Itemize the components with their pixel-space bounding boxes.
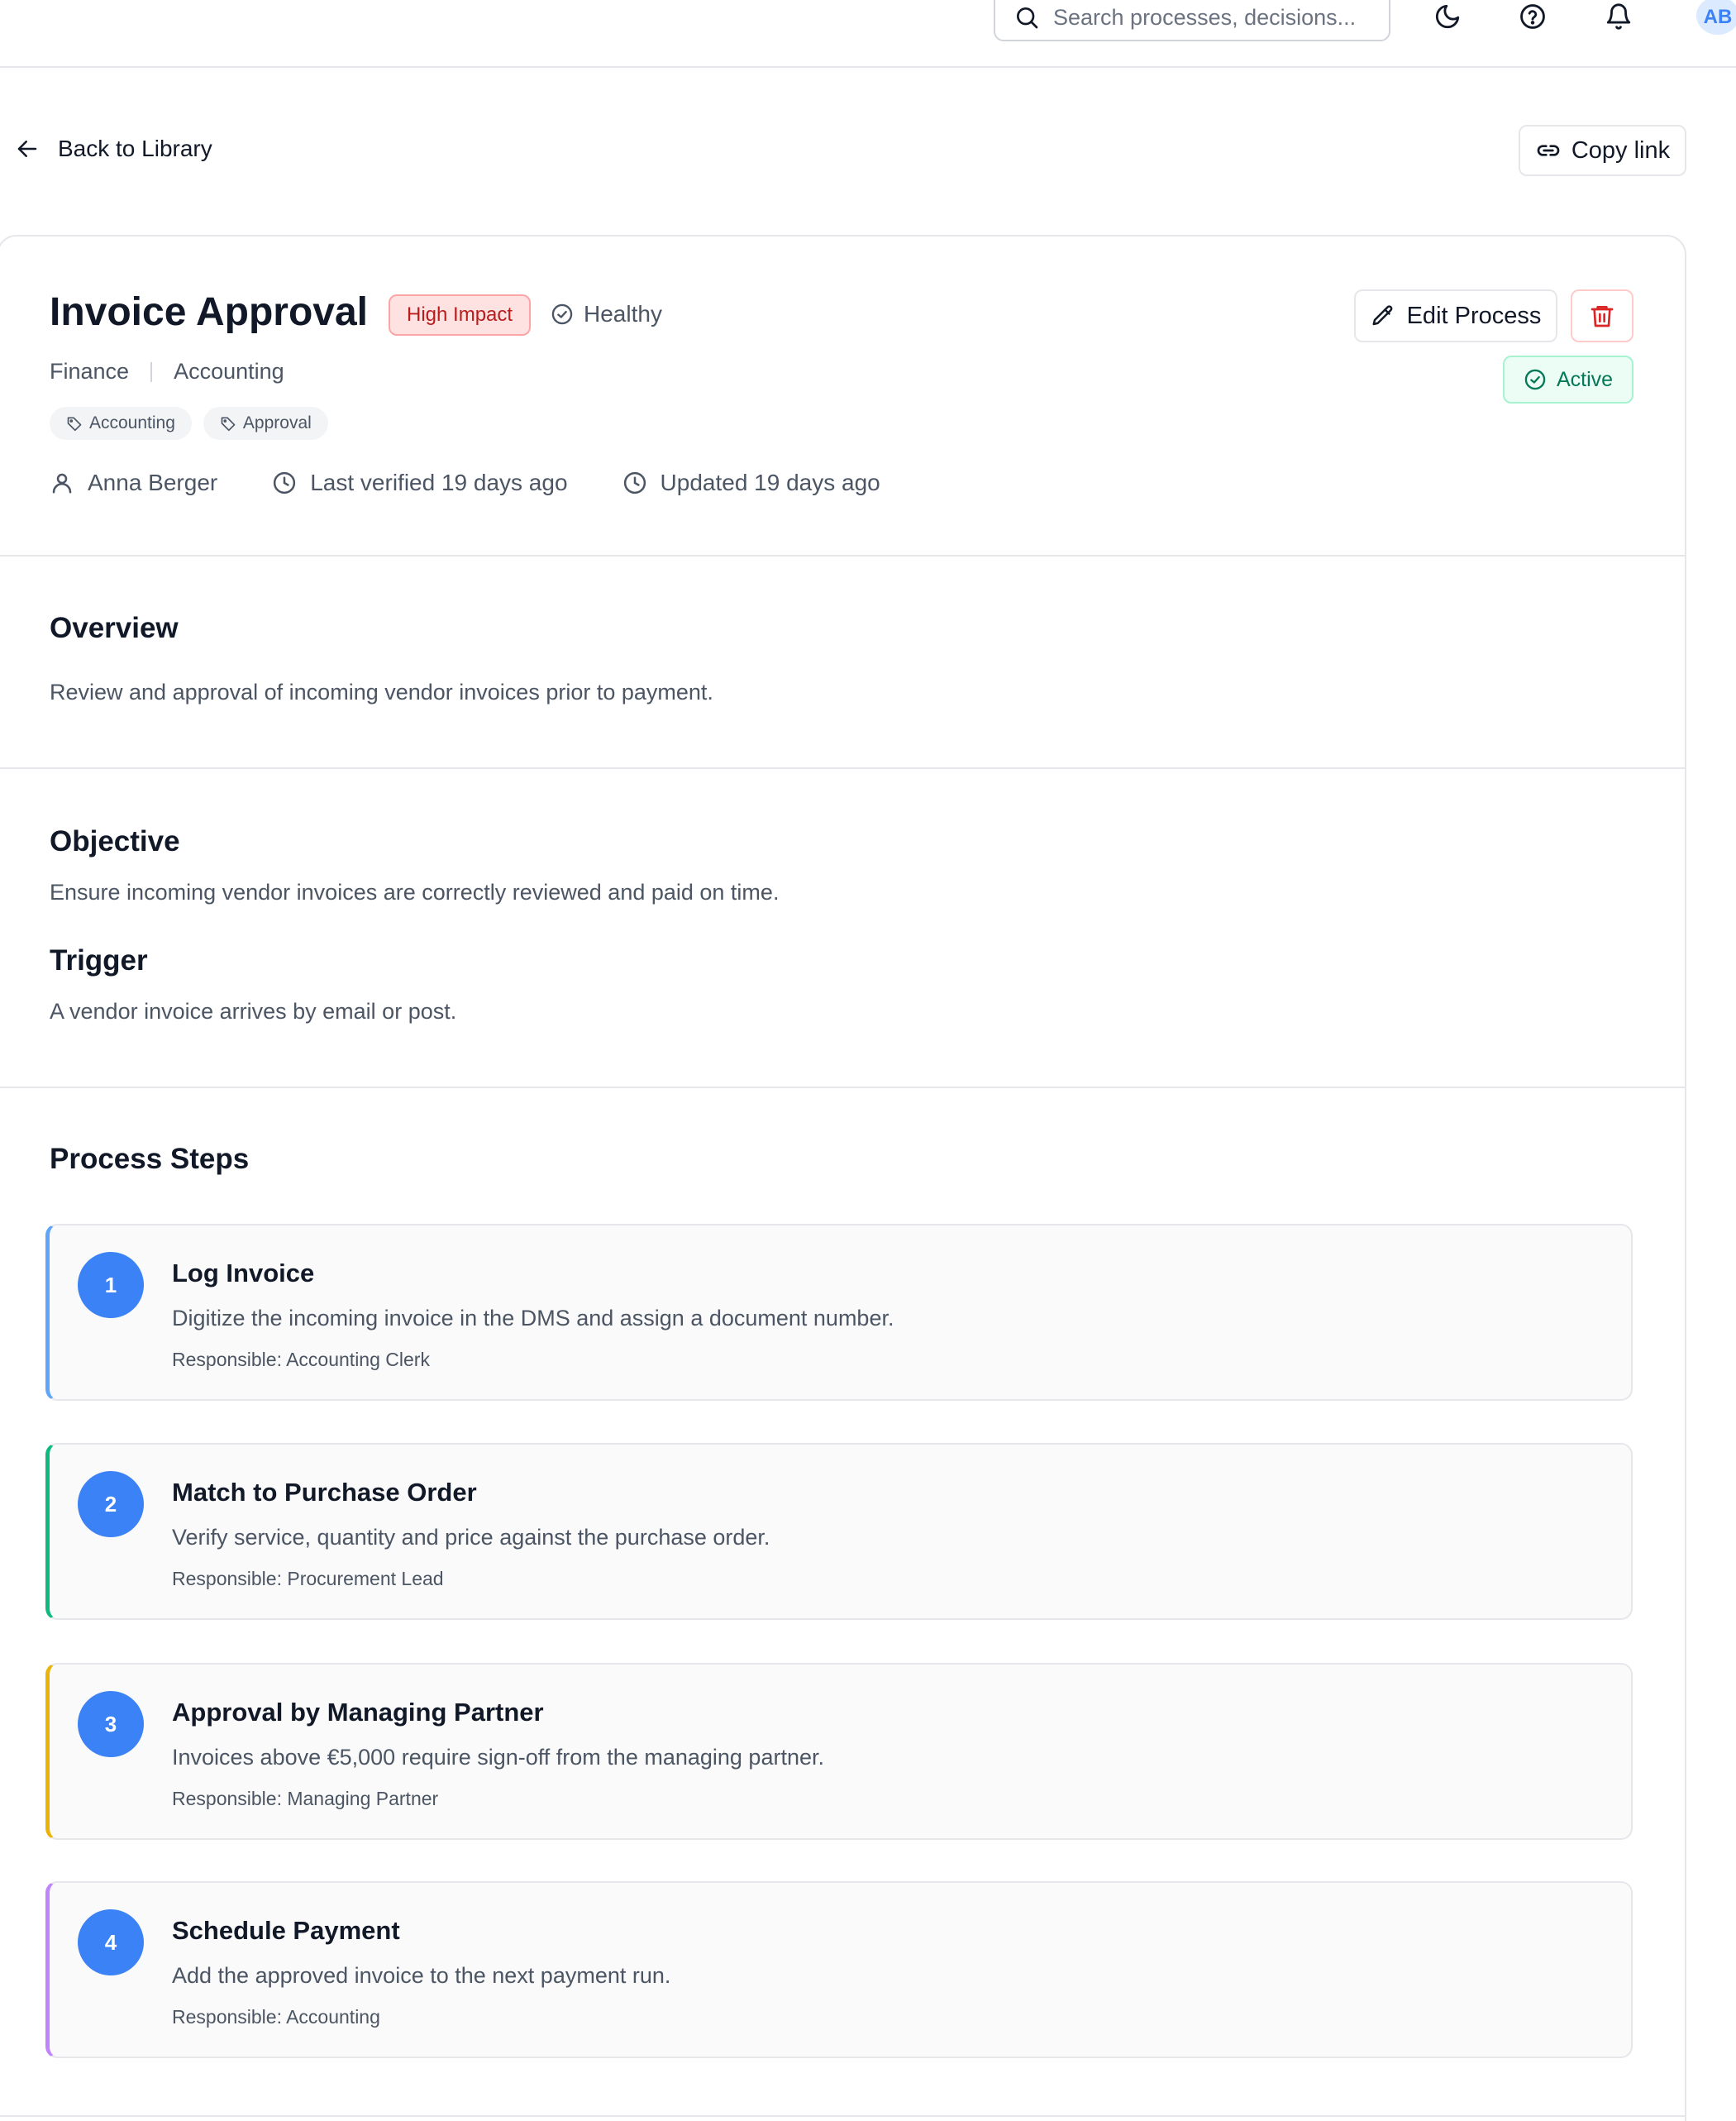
process-card: Invoice Approval High Impact Healthy Edi… xyxy=(0,235,1686,2121)
edit-process-button[interactable]: Edit Process xyxy=(1354,289,1557,342)
process-step[interactable]: 4 Schedule Payment Add the approved invo… xyxy=(45,1881,1633,2058)
check-circle-icon xyxy=(551,303,584,326)
owner-name: Anna Berger xyxy=(88,470,218,495)
back-to-library-link[interactable]: Back to Library xyxy=(15,136,212,162)
pencil-icon xyxy=(1371,303,1407,328)
process-step[interactable]: 2 Match to Purchase Order Verify service… xyxy=(45,1443,1633,1620)
search-input[interactable] xyxy=(1053,0,1384,31)
divider xyxy=(0,555,1685,557)
step-title: Schedule Payment xyxy=(172,1916,400,1945)
breadcrumb-separator xyxy=(150,361,153,382)
divider xyxy=(0,1087,1685,1088)
step-title: Approval by Managing Partner xyxy=(172,1698,544,1727)
step-responsible: Responsible: Accounting xyxy=(172,2006,380,2028)
trigger-heading: Trigger xyxy=(50,944,148,977)
bell-icon[interactable] xyxy=(1604,2,1633,31)
overview-text: Review and approval of incoming vendor i… xyxy=(50,680,713,705)
breadcrumb: Finance Accounting xyxy=(50,359,284,385)
step-responsible: Responsible: Managing Partner xyxy=(172,1788,439,1809)
step-description: Invoices above €5,000 require sign-off f… xyxy=(172,1745,824,1770)
health-status: Healthy xyxy=(551,301,662,327)
tag-chip[interactable]: Accounting xyxy=(50,407,192,440)
clock-icon xyxy=(272,471,310,495)
breadcrumb-department[interactable]: Finance xyxy=(50,359,129,385)
page-title: Invoice Approval xyxy=(50,290,368,334)
overview-heading: Overview xyxy=(50,612,179,644)
owner: Anna Berger xyxy=(50,470,217,496)
last-verified: Last verified 19 days ago xyxy=(272,470,568,496)
tag-list: Accounting Approval xyxy=(50,407,340,440)
step-title: Match to Purchase Order xyxy=(172,1478,477,1507)
updated: Updated 19 days ago xyxy=(622,470,880,496)
step-description: Digitize the incoming invoice in the DMS… xyxy=(172,1306,894,1330)
objective-heading: Objective xyxy=(50,825,180,857)
impact-badge: High Impact xyxy=(389,294,532,336)
help-icon[interactable] xyxy=(1518,2,1548,31)
step-responsible: Responsible: Accounting Clerk xyxy=(172,1349,430,1370)
tag-icon xyxy=(220,415,243,432)
step-number: 4 xyxy=(78,1909,144,1975)
avatar[interactable]: AB xyxy=(1696,0,1736,35)
process-steps-heading: Process Steps xyxy=(50,1143,250,1175)
edit-process-label: Edit Process xyxy=(1406,302,1542,329)
search-box[interactable] xyxy=(994,0,1390,41)
tag-icon xyxy=(66,415,89,432)
step-number: 3 xyxy=(78,1691,144,1757)
copy-link-label: Copy link xyxy=(1571,136,1671,164)
step-description: Add the approved invoice to the next pay… xyxy=(172,1963,671,1988)
tag-label: Accounting xyxy=(89,413,175,432)
back-label: Back to Library xyxy=(58,136,212,161)
status-label: Active xyxy=(1556,367,1614,391)
clock-icon xyxy=(622,471,661,495)
top-bar: AB xyxy=(0,0,1736,68)
process-step[interactable]: 3 Approval by Managing Partner Invoices … xyxy=(45,1663,1633,1840)
step-title: Log Invoice xyxy=(172,1259,315,1287)
copy-link-button[interactable]: Copy link xyxy=(1519,125,1686,176)
step-number: 1 xyxy=(78,1252,144,1318)
trigger-text: A vendor invoice arrives by email or pos… xyxy=(50,999,457,1024)
delete-button[interactable] xyxy=(1571,289,1633,342)
health-label: Healthy xyxy=(584,301,662,327)
tag-chip[interactable]: Approval xyxy=(203,407,328,440)
status-badge: Active xyxy=(1503,356,1633,404)
process-step[interactable]: 1 Log Invoice Digitize the incoming invo… xyxy=(45,1224,1633,1401)
updated-text: Updated 19 days ago xyxy=(660,470,880,495)
check-circle-icon xyxy=(1524,368,1557,391)
trash-icon xyxy=(1589,303,1615,329)
divider xyxy=(0,2115,1685,2117)
moon-icon[interactable] xyxy=(1433,2,1462,31)
step-description: Verify service, quantity and price again… xyxy=(172,1525,770,1550)
breadcrumb-team[interactable]: Accounting xyxy=(174,359,284,385)
process-meta: Anna Berger Last verified 19 days ago Up… xyxy=(50,470,935,496)
search-icon xyxy=(1013,0,1040,31)
arrow-left-icon xyxy=(15,136,58,161)
tag-label: Approval xyxy=(242,413,312,432)
link-icon xyxy=(1535,137,1571,164)
objective-text: Ensure incoming vendor invoices are corr… xyxy=(50,880,780,905)
step-number: 2 xyxy=(78,1471,144,1537)
last-verified-text: Last verified 19 days ago xyxy=(310,470,568,495)
user-icon xyxy=(50,471,88,495)
divider xyxy=(0,767,1685,769)
step-responsible: Responsible: Procurement Lead xyxy=(172,1568,444,1589)
